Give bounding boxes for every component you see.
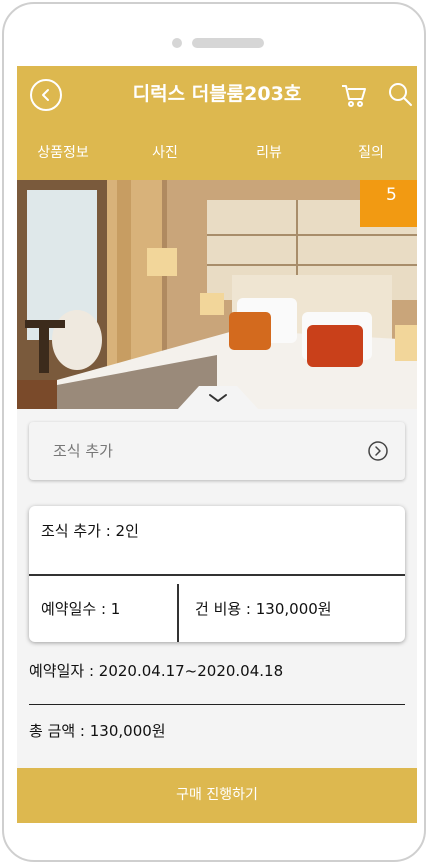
- phone-frame: 디럭스 더블룸203호 상품정보 사진 리뷰 질의 5 조식 추가 조식 추가 …: [2, 2, 426, 862]
- breakfast-add-label: 조식 추가: [53, 442, 113, 460]
- app-header: 디럭스 더블룸203호 상품정보 사진 리뷰 질의: [17, 66, 417, 180]
- reservation-dates: 예약일자 : 2020.04.17~2020.04.18: [29, 662, 284, 680]
- tab-product-info[interactable]: 상품정보: [25, 138, 101, 168]
- app-screen: 디럭스 더블룸203호 상품정보 사진 리뷰 질의 5 조식 추가 조식 추가 …: [17, 66, 417, 823]
- summary-divider: [177, 584, 179, 642]
- summary-breakfast: 조식 추가 : 2인: [41, 522, 139, 540]
- breakfast-add-option[interactable]: 조식 추가: [29, 422, 405, 480]
- purchase-button[interactable]: 구매 진행하기: [17, 768, 417, 823]
- cart-button[interactable]: [341, 80, 367, 108]
- back-button[interactable]: [30, 79, 62, 111]
- total-amount: 총 금액 : 130,000원: [29, 722, 166, 740]
- chevron-down-icon: [177, 386, 259, 409]
- cart-icon: [342, 85, 366, 107]
- tab-reviews[interactable]: 리뷰: [239, 138, 299, 168]
- tab-questions[interactable]: 질의: [341, 138, 401, 168]
- page-title: 디럭스 더블룸203호: [132, 83, 302, 105]
- chevron-left-icon: [42, 89, 49, 101]
- expand-photo-button[interactable]: [177, 386, 259, 409]
- summary-breakfast-row: 조식 추가 : 2인: [29, 506, 405, 576]
- search-icon: [389, 83, 412, 106]
- photo-count-badge: 5: [360, 180, 417, 227]
- tab-bar: 상품정보 사진 리뷰 질의: [17, 138, 417, 168]
- booking-summary: 조식 추가 : 2인 예약일수 : 1 건 비용 : 130,000원: [29, 506, 405, 642]
- hotel-room-image: [17, 180, 417, 409]
- circle-arrow-right-icon: [368, 441, 388, 461]
- tab-photos[interactable]: 사진: [135, 138, 195, 168]
- summary-days: 예약일수 : 1: [41, 600, 121, 618]
- divider: [29, 704, 405, 705]
- speaker-grille: [192, 38, 264, 48]
- camera-dot: [172, 38, 182, 48]
- room-photo[interactable]: 5: [17, 180, 417, 409]
- summary-cost: 건 비용 : 130,000원: [195, 600, 332, 618]
- search-button[interactable]: [387, 80, 413, 108]
